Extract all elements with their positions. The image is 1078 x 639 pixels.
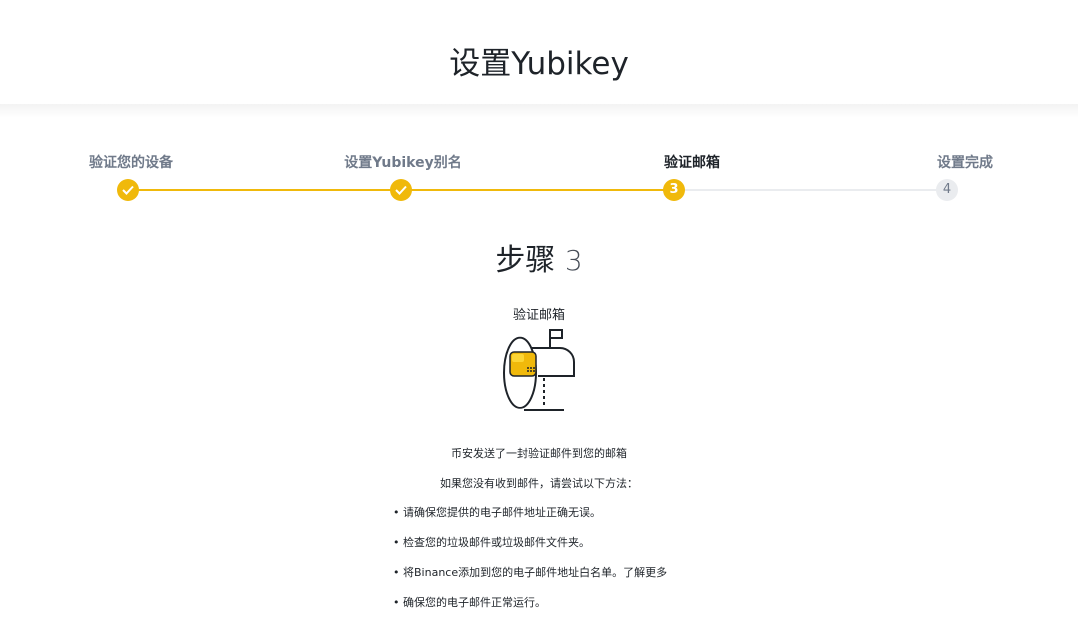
step-label-verify-device: 验证您的设备 bbox=[89, 155, 173, 171]
step-2-check-icon bbox=[390, 179, 412, 201]
step-subtitle: 验证邮箱 bbox=[512, 308, 565, 323]
learn-more-link[interactable]: 了解更多 bbox=[623, 566, 667, 579]
step-number: 3 bbox=[564, 244, 583, 277]
troubleshoot-intro: 如果您没有收到邮件，请尝试以下方法： bbox=[440, 477, 638, 490]
step-heading: 步骤 3 bbox=[0, 235, 1078, 279]
mailbox-icon bbox=[503, 329, 575, 411]
step-4-indicator: 4 bbox=[936, 179, 958, 201]
tip-item: 将Binance添加到您的电子邮件地址白名单。了解更多 bbox=[393, 565, 667, 595]
step-word: 步骤 bbox=[495, 243, 556, 278]
troubleshoot-tips: 请确保您提供的电子邮件地址正确无误。 检查您的垃圾邮件或垃圾邮件文件夹。 将Bi… bbox=[393, 505, 667, 625]
tip-item: 请确保您提供的电子邮件地址正确无误。 bbox=[393, 505, 667, 535]
header-divider bbox=[0, 104, 1078, 118]
step-1-check-icon bbox=[117, 179, 139, 201]
email-sent-message: 币安发送了一封验证邮件到您的邮箱 bbox=[451, 447, 627, 460]
step-label-complete: 设置完成 bbox=[937, 155, 993, 171]
step-3-indicator: 3 bbox=[663, 179, 685, 201]
tip-item: 确保您的电子邮件正常运行。 bbox=[393, 595, 667, 625]
step-label-verify-email: 验证邮箱 bbox=[664, 155, 720, 171]
stepper-track-pending bbox=[674, 189, 947, 191]
page-title: 设置Yubikey bbox=[449, 46, 629, 82]
page-header: 设置Yubikey bbox=[0, 0, 1078, 112]
tip-item: 检查您的垃圾邮件或垃圾邮件文件夹。 bbox=[393, 535, 667, 565]
step-label-yubikey-alias: 设置Yubikey别名 bbox=[344, 155, 462, 171]
